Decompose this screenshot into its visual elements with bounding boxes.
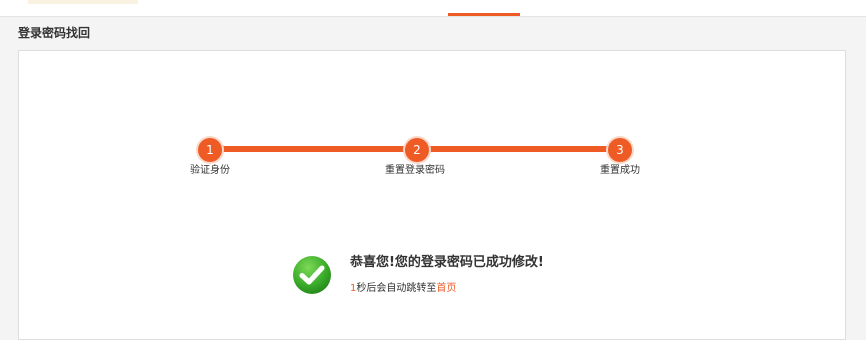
redirect-text: 秒后会自动跳转至 — [356, 283, 437, 294]
nav-tab-faded[interactable] — [28, 0, 138, 4]
top-nav-bar — [0, 0, 866, 17]
success-message: 恭喜您!您的登录密码已成功修改! — [350, 255, 544, 270]
step-3-circle: 3 — [608, 138, 632, 162]
step-2-label: 重置登录密码 — [385, 165, 445, 176]
content-panel — [18, 50, 846, 340]
home-link[interactable]: 首页 — [436, 283, 456, 294]
step-3-label: 重置成功 — [600, 165, 640, 176]
redirect-notice: 1秒后会自动跳转至首页 — [350, 282, 456, 296]
step-1-label: 验证身份 — [190, 165, 230, 176]
page-title: 登录密码找回 — [18, 26, 91, 40]
step-2-circle: 2 — [405, 138, 429, 162]
active-tab-indicator — [448, 13, 520, 16]
success-check-icon — [293, 256, 331, 294]
step-1-circle: 1 — [198, 138, 222, 162]
